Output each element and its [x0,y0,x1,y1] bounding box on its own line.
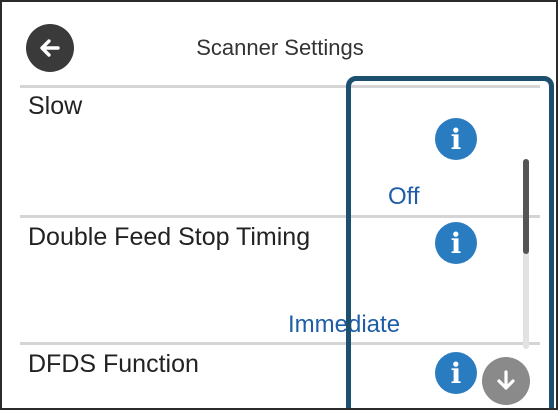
scanner-settings-screen: Scanner Settings Slow i Off Double Feed … [0,0,558,410]
row-divider [20,215,540,218]
page-title: Scanner Settings [196,35,364,60]
row-divider [20,342,540,345]
setting-label-dfds-function: DFDS Function [28,350,199,378]
setting-label-slow: Slow [28,92,83,120]
info-icon[interactable]: i [435,352,477,394]
setting-value-slow: Off [388,183,420,210]
info-icon[interactable]: i [435,222,477,264]
info-icon[interactable]: i [435,118,477,160]
arrow-down-icon [497,370,515,390]
setting-label-double-feed-stop-timing: Double Feed Stop Timing [28,223,311,251]
scroll-down-button[interactable] [482,357,530,405]
scrollbar-thumb[interactable] [523,159,529,254]
header: Scanner Settings [2,2,556,94]
header-divider [20,85,540,88]
setting-value-double-feed-stop-timing: Immediate [288,311,401,338]
